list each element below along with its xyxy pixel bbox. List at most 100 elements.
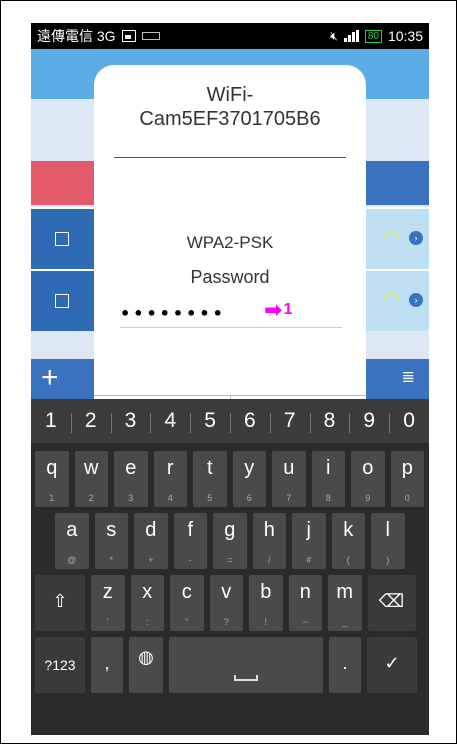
letter-key[interactable]: b! bbox=[249, 575, 283, 631]
letter-key[interactable]: p0 bbox=[390, 451, 424, 507]
key-letter: s bbox=[106, 519, 117, 541]
key-row-2: a @ s * d + f - g = h / j # k(l) bbox=[55, 513, 411, 569]
image-notification-icon bbox=[121, 30, 136, 42]
app-red-tab[interactable] bbox=[31, 161, 101, 205]
letter-key[interactable]: x: bbox=[130, 575, 164, 631]
key-letter: f bbox=[187, 519, 194, 541]
key-secondary: 5 bbox=[207, 493, 213, 503]
number-key[interactable]: 0 bbox=[389, 409, 429, 433]
number-key[interactable]: 5 bbox=[190, 409, 230, 433]
letter-key[interactable]: j # bbox=[292, 513, 326, 569]
letter-key[interactable]: g = bbox=[213, 513, 247, 569]
letter-key[interactable]: v? bbox=[209, 575, 243, 631]
key-secondary: ) bbox=[386, 555, 390, 565]
screenshot-frame: 遠傳電信 3G 🔇︎ 80 10:35 ◠ › ◠ › + ≣ WiFi- Ca… bbox=[0, 0, 457, 744]
key-secondary: + bbox=[148, 555, 154, 565]
letter-key[interactable]: h / bbox=[252, 513, 286, 569]
letter-key[interactable]: f- bbox=[173, 513, 207, 569]
key-row-3-letters: z ' x: c " v? b! n ~ m _ bbox=[91, 575, 368, 631]
letter-key[interactable]: s * bbox=[94, 513, 128, 569]
number-key[interactable]: 2 bbox=[70, 409, 111, 433]
key-letter: h bbox=[263, 519, 275, 541]
phone-screen: 遠傳電信 3G 🔇︎ 80 10:35 ◠ › ◠ › + ≣ WiFi- Ca… bbox=[31, 23, 429, 735]
key-letter: w bbox=[84, 457, 99, 479]
arrow-right-icon: ➡ bbox=[264, 297, 283, 322]
key-letter: l bbox=[385, 519, 390, 541]
key-letter: a bbox=[66, 519, 78, 541]
shift-key[interactable]: ⇧ bbox=[35, 575, 85, 631]
symbols-key[interactable]: ?123 bbox=[35, 637, 85, 693]
key-secondary: 8 bbox=[325, 493, 331, 503]
number-key[interactable]: 3 bbox=[110, 409, 151, 433]
ssid-text: WiFi- Cam5EF3701705B6 bbox=[139, 84, 321, 130]
key-letter: j bbox=[306, 519, 311, 541]
period-label: . bbox=[342, 653, 348, 673]
letter-key[interactable]: y6 bbox=[232, 451, 266, 507]
number-key[interactable]: 6 bbox=[229, 409, 270, 433]
checkbox[interactable] bbox=[55, 232, 69, 246]
letter-key[interactable]: n ~ bbox=[288, 575, 322, 631]
battery-icon: 80 bbox=[364, 29, 382, 43]
key-secondary: 6 bbox=[246, 493, 252, 503]
key-secondary: # bbox=[306, 555, 312, 565]
chevron-right-icon[interactable]: › bbox=[409, 293, 423, 307]
key-letter: y bbox=[244, 457, 255, 479]
number-key[interactable]: 4 bbox=[150, 409, 190, 433]
key-secondary: - bbox=[188, 555, 192, 565]
key-secondary: = bbox=[227, 555, 233, 565]
keyboard-notification-icon bbox=[141, 32, 160, 40]
network-ssid: WiFi- Cam5EF3701705B6 bbox=[94, 83, 366, 131]
key-secondary: 9 bbox=[365, 493, 371, 503]
number-key[interactable]: 7 bbox=[269, 409, 310, 433]
key-secondary: 4 bbox=[167, 493, 173, 503]
space-bar[interactable] bbox=[169, 637, 323, 693]
key-secondary: / bbox=[267, 555, 271, 565]
check-icon: ✓ bbox=[384, 653, 400, 673]
key-row-3: ⇧ z ' x: c " v? b! n ~ m _ ⌫ bbox=[35, 575, 416, 631]
key-secondary: : bbox=[145, 617, 149, 627]
period-key[interactable]: . bbox=[329, 637, 361, 693]
key-secondary: 3 bbox=[128, 493, 134, 503]
letter-key[interactable]: i8 bbox=[311, 451, 345, 507]
letter-key[interactable]: l) bbox=[371, 513, 405, 569]
letter-key[interactable]: u7 bbox=[272, 451, 306, 507]
key-letter: b bbox=[260, 581, 272, 603]
password-input[interactable] bbox=[120, 299, 342, 328]
divider bbox=[114, 157, 346, 158]
letter-key[interactable]: r4 bbox=[153, 451, 187, 507]
comma-key[interactable]: , bbox=[91, 637, 123, 693]
letter-key[interactable]: q1 bbox=[35, 451, 69, 507]
number-key[interactable]: 9 bbox=[349, 409, 389, 433]
number-key[interactable]: 1 bbox=[31, 409, 71, 433]
clock: 10:35 bbox=[387, 28, 423, 44]
number-key[interactable]: 8 bbox=[309, 409, 350, 433]
letter-key[interactable]: o9 bbox=[351, 451, 385, 507]
key-letter: i bbox=[326, 457, 331, 479]
annotation-number: 1 bbox=[283, 301, 293, 318]
menu-icon[interactable]: ≣ bbox=[402, 367, 415, 387]
letter-key[interactable]: m _ bbox=[328, 575, 362, 631]
backspace-key[interactable]: ⌫ bbox=[367, 575, 416, 631]
letter-key[interactable]: t5 bbox=[193, 451, 227, 507]
letter-key[interactable]: z ' bbox=[91, 575, 125, 631]
enter-key[interactable]: ✓ bbox=[367, 637, 417, 693]
letter-key[interactable]: k( bbox=[331, 513, 365, 569]
add-icon[interactable]: + bbox=[41, 361, 59, 395]
key-letter: u bbox=[283, 457, 295, 479]
letter-key[interactable]: e3 bbox=[114, 451, 148, 507]
key-secondary: " bbox=[185, 617, 189, 627]
letter-key[interactable]: c " bbox=[170, 575, 204, 631]
checkbox[interactable] bbox=[55, 294, 69, 308]
key-row-1: q1w2e3r4t5y6u7i8o9p0 bbox=[35, 451, 429, 507]
key-letter: p bbox=[401, 457, 413, 479]
globe-key[interactable]: ◍ bbox=[129, 637, 163, 693]
key-letter: q bbox=[46, 457, 58, 479]
letter-key[interactable]: d + bbox=[134, 513, 168, 569]
key-letter: z bbox=[102, 581, 113, 603]
chevron-right-icon[interactable]: › bbox=[409, 231, 423, 245]
letter-key[interactable]: w2 bbox=[74, 451, 108, 507]
wifi-password-dialog: WiFi- Cam5EF3701705B6 WPA2-PSK Password … bbox=[94, 65, 366, 406]
app-blue-tab[interactable] bbox=[364, 161, 429, 205]
letter-key[interactable]: a @ bbox=[55, 513, 89, 569]
key-secondary: 7 bbox=[286, 493, 292, 503]
